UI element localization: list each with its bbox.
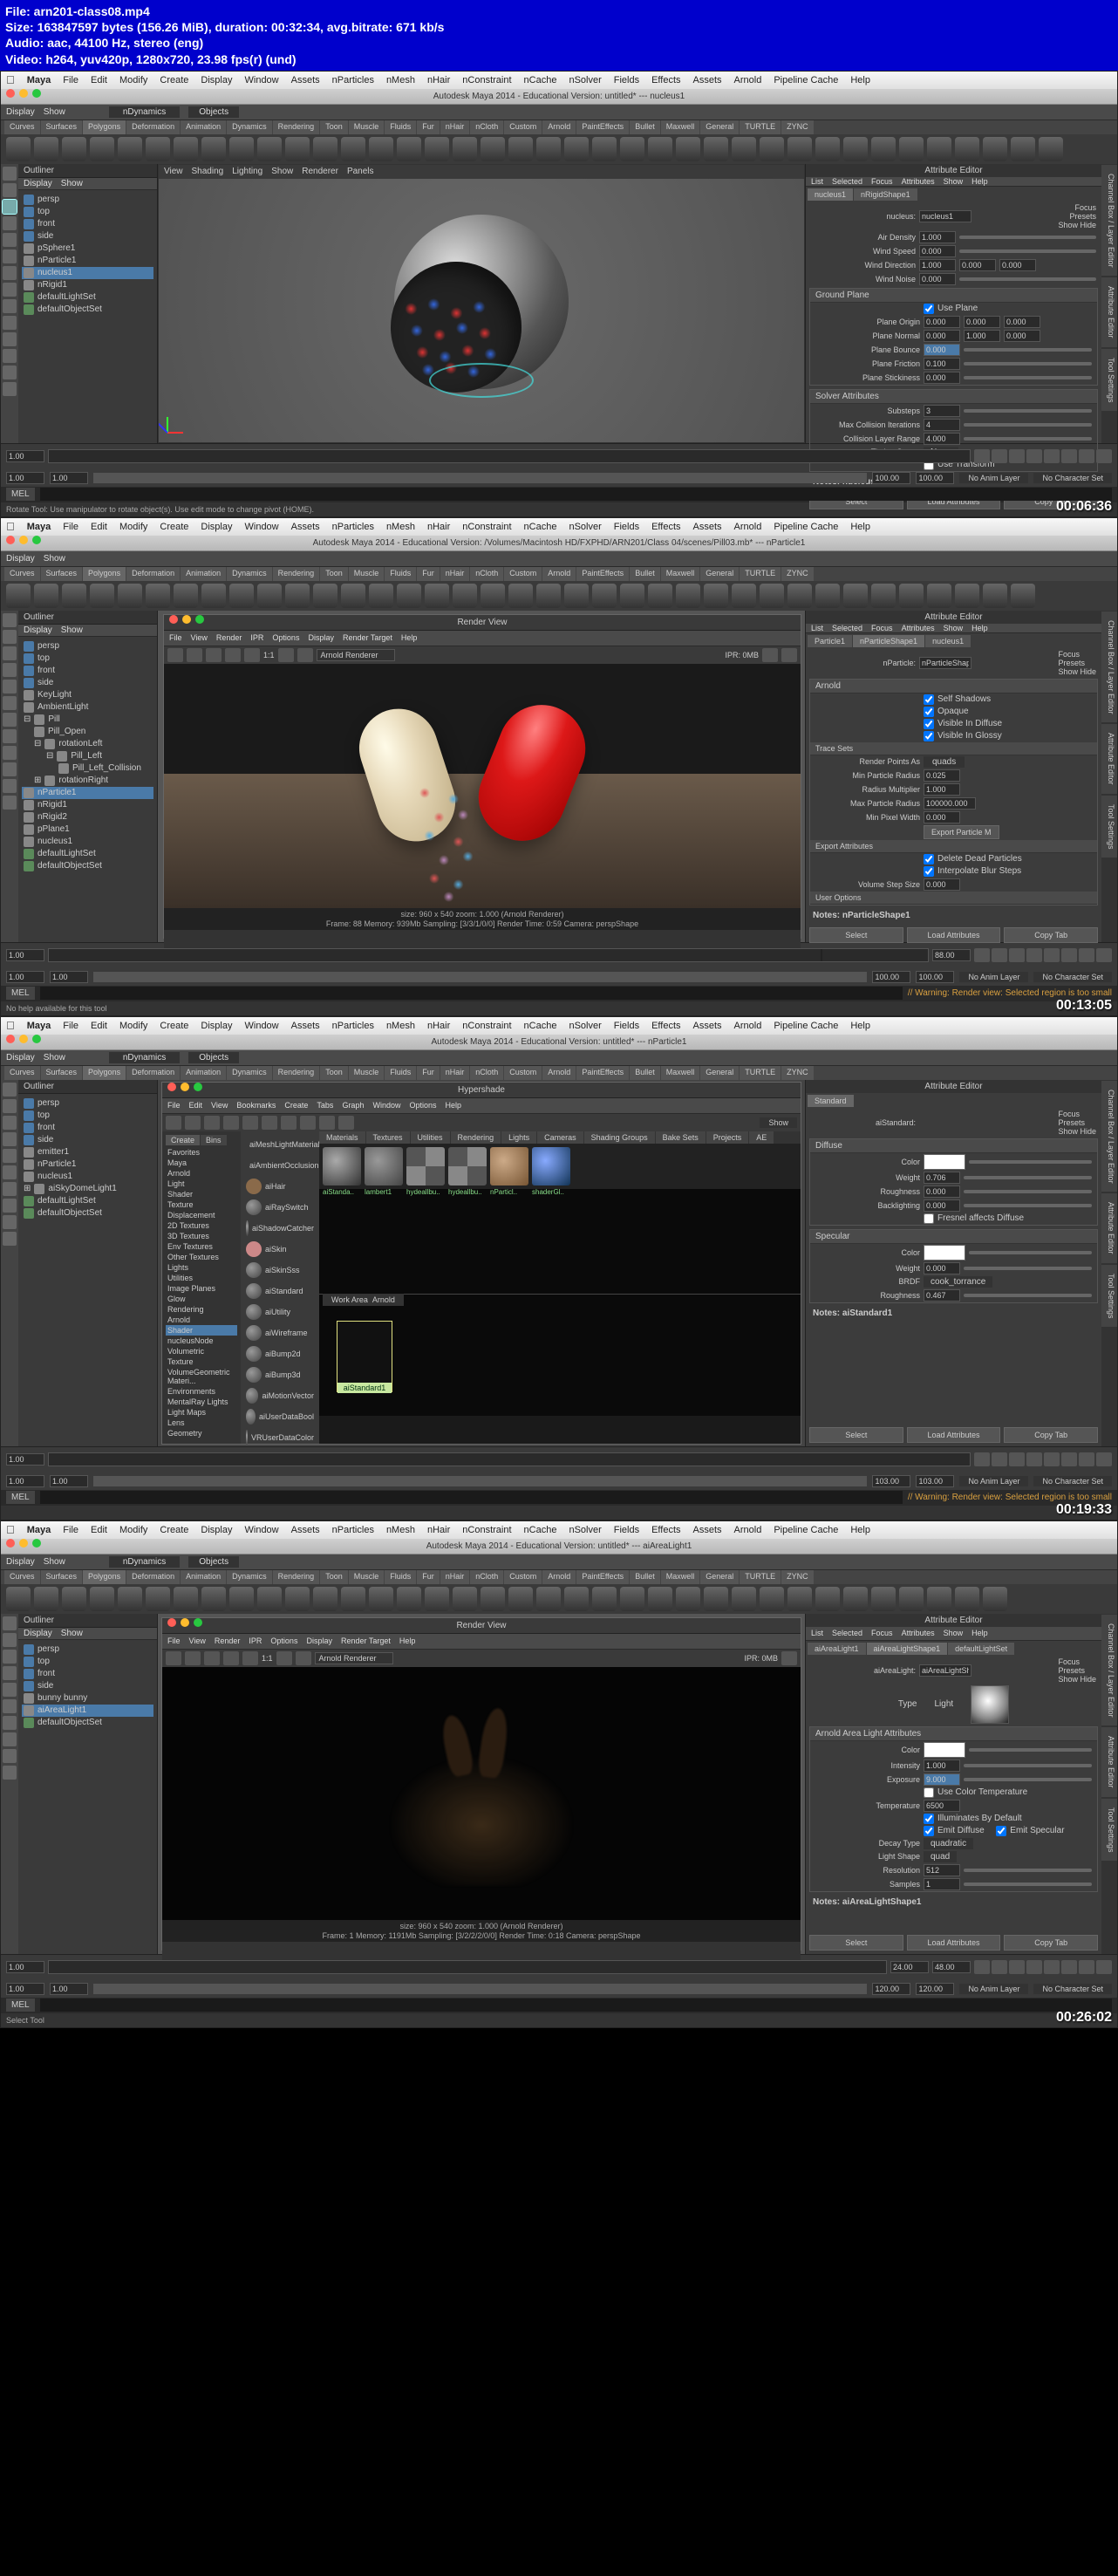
hypershade-create-tree[interactable]: CreateBins FavoritesMayaArnoldLightShade… — [162, 1131, 241, 1444]
render-icon[interactable] — [167, 648, 183, 662]
close-icon[interactable] — [6, 89, 15, 98]
outliner-title: Outliner — [18, 164, 157, 178]
outliner-selected: nucleus1 — [22, 267, 153, 279]
render-canvas — [164, 664, 801, 908]
material-swatches[interactable]: aiStanda.. lambert1 hydeallbu.. hydeallb… — [319, 1144, 801, 1189]
maya-screenshot-3: fxphd Maya FileEditModifyCreateDisplayW… — [0, 1016, 1118, 1520]
side-tabs[interactable]: Channel Box / Layer EditorAttribute Edit… — [1101, 164, 1117, 443]
shelf-tabs[interactable]: CurvesSurfacesPolygons DeformationAnimat… — [1, 120, 1117, 134]
viewport-canvas[interactable] — [159, 179, 804, 442]
mac-menubar[interactable]:  Maya FileEdit ModifyCreate DisplayWind… — [1, 72, 1117, 89]
maya-screenshot-2: fxphd Maya FileEditModify CreateDisplay… — [0, 517, 1118, 1016]
export-particle-button[interactable]: Export Particle M — [924, 825, 999, 839]
file-info-header: File: arn201-class08.mp4 Size: 163847597… — [0, 0, 1118, 71]
toolbox[interactable] — [1, 164, 18, 443]
render-info: size: 960 x 540 zoom: 1.000 (Arnold Rend… — [164, 908, 801, 931]
file-audio: Audio: aac, 44100 Hz, stereo (eng) — [5, 35, 1113, 51]
status-line[interactable]: DisplayShow nDynamics Objects — [1, 105, 1117, 120]
apple-menu[interactable]:  — [6, 73, 15, 86]
hypershade-window[interactable]: Hypershade FileEditViewBookmarksCreateTa… — [161, 1082, 801, 1445]
zoom-icon[interactable] — [32, 89, 41, 98]
render-view-window[interactable]: Render View FileViewRenderIPROptionsDisp… — [163, 614, 801, 939]
maya-menu[interactable]: Maya — [27, 75, 51, 85]
diffuse-color-swatch[interactable] — [924, 1154, 965, 1170]
shader-node[interactable]: aiStandard1 — [337, 1321, 392, 1392]
attribute-editor[interactable]: Attribute Editor ListSelectedFocusAttrib… — [805, 164, 1101, 443]
render-toolbar[interactable]: 1:1 Arnold Renderer IPR: 0MB — [164, 646, 801, 664]
work-area[interactable]: Work Area Arnold aiStandard1 — [319, 1294, 801, 1416]
viewport[interactable]: ViewShadingLightingShowRendererPanels — [158, 164, 805, 443]
outliner-panel[interactable]: Outliner DisplayShow persp top front sid… — [18, 611, 158, 942]
bunny-render — [390, 1712, 573, 1886]
minimize-icon[interactable] — [19, 89, 28, 98]
pill-particles — [406, 781, 501, 903]
file-video: Video: h264, yuv420p, 1280x720, 23.98 fp… — [5, 51, 1113, 67]
axis-gizmo — [167, 402, 199, 434]
renderer-dropdown[interactable]: Arnold Renderer — [317, 649, 395, 661]
file-name: File: arn201-class08.mp4 — [5, 3, 1113, 19]
shelf-icons[interactable] — [1, 134, 1117, 164]
exposure-field[interactable] — [924, 1773, 960, 1786]
node-name-field[interactable] — [919, 210, 971, 222]
plane-bounce-field[interactable] — [924, 344, 960, 356]
timestamp: 00:06:36 — [1056, 499, 1112, 515]
maya-screenshot-1: fxphd  Maya FileEdit ModifyCreate Displ… — [0, 71, 1118, 517]
light-swatch — [971, 1685, 1009, 1724]
file-size: Size: 163847597 bytes (156.26 MiB), dura… — [5, 19, 1113, 35]
playback-controls[interactable] — [974, 449, 1112, 463]
hypershade-main[interactable]: MaterialsTexturesUtilitiesRenderingLight… — [319, 1131, 801, 1444]
rotate-tool[interactable] — [3, 200, 17, 214]
render-view-window[interactable]: Render View FileViewRenderIPROptionsDisp… — [161, 1617, 801, 1951]
hypershade-node-list[interactable]: aiMeshLightMaterial aiAmbientOcclusion a… — [241, 1131, 319, 1444]
maya-screenshot-4: fxphd MayaFileEditModifyCreateDisplayWi… — [0, 1520, 1118, 2028]
command-line[interactable]: MEL — [1, 487, 1117, 502]
outliner-panel[interactable]: Outliner DisplayShow persp top front sid… — [18, 164, 158, 443]
window-title: Autodesk Maya 2014 - Educational Version… — [1, 89, 1117, 105]
attribute-editor[interactable]: Attribute Editor ListSelectedFocusAttrib… — [805, 611, 1101, 942]
mac-menubar[interactable]: Maya FileEditModify CreateDisplayWindow… — [1, 518, 1117, 536]
